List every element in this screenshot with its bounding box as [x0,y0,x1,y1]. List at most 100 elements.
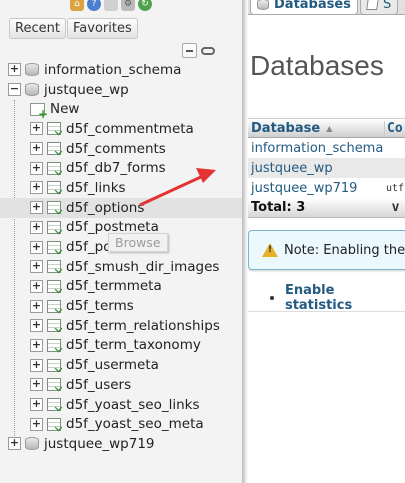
table-icon[interactable] [47,338,61,352]
table-icon[interactable] [47,417,61,431]
page-title: Databases [250,50,384,81]
tree-table-item[interactable]: + d5f_terms [0,296,242,316]
table-row: information_schema [248,138,405,158]
table-name: d5f_db7_forms [66,160,166,177]
help-icon[interactable]: ? [87,0,101,11]
expand-icon[interactable]: + [30,417,43,431]
enable-statistics-link[interactable]: Enable statistics [285,283,405,313]
docs-icon[interactable] [104,0,118,11]
expand-icon[interactable]: + [30,378,43,392]
table-icon[interactable] [47,358,61,372]
link-icon[interactable] [201,46,215,55]
tree-controls [182,43,215,58]
tree-table-item[interactable]: + d5f_smush_dir_images [0,257,242,277]
tree-table-item[interactable]: + d5f_term_relationships [0,316,242,336]
tree-table-item[interactable]: + d5f_options [0,197,242,218]
table-icon[interactable] [47,299,61,313]
column-header-database[interactable]: Database ▲ [248,121,384,136]
total-label: Total: 3 [251,200,306,215]
table-icon[interactable] [47,181,61,195]
home-icon[interactable]: ⌂ [70,0,84,11]
tree-table-item[interactable]: + d5f_usermeta [0,355,242,375]
table-name: d5f_term_relationships [66,317,220,334]
expand-icon[interactable]: + [30,319,43,333]
expand-icon[interactable]: + [30,220,43,234]
table-name: d5f_termmeta [66,278,162,295]
database-icon [25,83,39,97]
expand-icon[interactable]: + [8,63,21,77]
table-icon[interactable] [47,201,61,215]
expand-icon[interactable]: + [30,338,43,352]
table-total-row: Total: 3 v [248,198,405,218]
warning-icon [262,243,278,257]
collation-cell: utf [386,182,405,194]
stats-notice: Note: Enabling the d [248,230,405,270]
db-link[interactable]: information_schema [248,141,384,156]
tree-table-item[interactable]: + d5f_yoast_seo_meta [0,414,242,434]
expand-icon[interactable]: + [30,398,43,412]
table-icon[interactable] [47,279,61,293]
main-content: Databases S Databases Database ▲ Co infor… [248,0,405,483]
tree-table-item[interactable]: + d5f_comments [0,139,242,159]
divider [248,311,405,312]
enable-statistics-item: Enable statistics [270,283,405,313]
tree-db-justquee-wp[interactable]: − justquee_wp [0,80,242,100]
tree-table-item[interactable]: + d5f_commentmeta [0,119,242,139]
expand-icon[interactable]: + [30,181,43,195]
sort-asc-icon: ▲ [326,123,333,133]
databases-table: Database ▲ Co information_schema justquee… [248,118,405,218]
new-table-icon [30,102,48,121]
db-link[interactable]: justquee_wp719 [248,181,384,196]
favorites-button[interactable]: Favorites [67,18,138,39]
nav-toolbar: ⌂ ? ⚙ ↻ [70,0,152,14]
tree-table-item[interactable]: + d5f_db7_forms [0,158,242,178]
expand-icon[interactable]: + [30,279,43,293]
table-icon[interactable] [47,378,61,392]
table-name: d5f_commentmeta [66,120,194,137]
column-header-collation[interactable]: Co [384,120,405,136]
table-icon[interactable] [47,260,61,274]
table-icon[interactable] [47,398,61,412]
expand-icon[interactable]: + [30,299,43,313]
expand-icon[interactable]: + [30,358,43,372]
collapse-all-icon[interactable] [182,43,197,58]
table-icon[interactable] [47,240,61,254]
expand-icon[interactable]: + [30,201,43,215]
recent-button[interactable]: Recent [9,18,66,39]
expand-icon[interactable]: + [8,437,21,451]
tree-table-item[interactable]: + d5f_links [0,178,242,198]
top-menu-bar: Databases S [248,0,405,15]
expand-icon[interactable]: + [30,161,43,175]
bullet-icon [270,296,274,300]
expand-icon[interactable]: + [30,122,43,136]
collapse-icon[interactable]: − [8,83,21,97]
table-icon[interactable] [47,122,61,136]
expand-icon[interactable]: + [30,142,43,156]
table-name: d5f_term_taxonomy [66,337,201,354]
db-link[interactable]: justquee_wp [248,161,384,176]
tab-sql[interactable]: S [360,0,399,15]
table-icon[interactable] [47,161,61,175]
settings-icon[interactable]: ⚙ [121,0,135,11]
tree-new-table[interactable]: New [0,99,242,121]
table-icon[interactable] [47,220,61,234]
tree-table-item[interactable]: + d5f_termmeta [0,277,242,297]
reload-icon[interactable]: ↻ [138,0,152,11]
table-icon[interactable] [47,319,61,333]
expand-icon[interactable]: + [30,260,43,274]
tree-db-information-schema[interactable]: + information_schema [0,60,242,80]
tab-databases[interactable]: Databases [250,0,358,15]
expand-icon[interactable]: + [30,240,43,254]
table-icon[interactable] [47,142,61,156]
tree-db-justquee-wp719[interactable]: + justquee_wp719 [0,434,242,454]
database-icon [25,437,39,451]
tree-table-item[interactable]: + d5f_users [0,375,242,395]
table-name: d5f_terms [66,298,134,315]
database-icon [257,0,269,10]
table-name: d5f_users [66,376,132,393]
table-name: d5f_usermeta [66,357,159,374]
tree-table-item[interactable]: + d5f_yoast_seo_links [0,395,242,415]
table-name: d5f_comments [66,140,166,157]
tree-table-item[interactable]: + d5f_term_taxonomy [0,336,242,356]
table-name: d5f_options [66,199,145,216]
